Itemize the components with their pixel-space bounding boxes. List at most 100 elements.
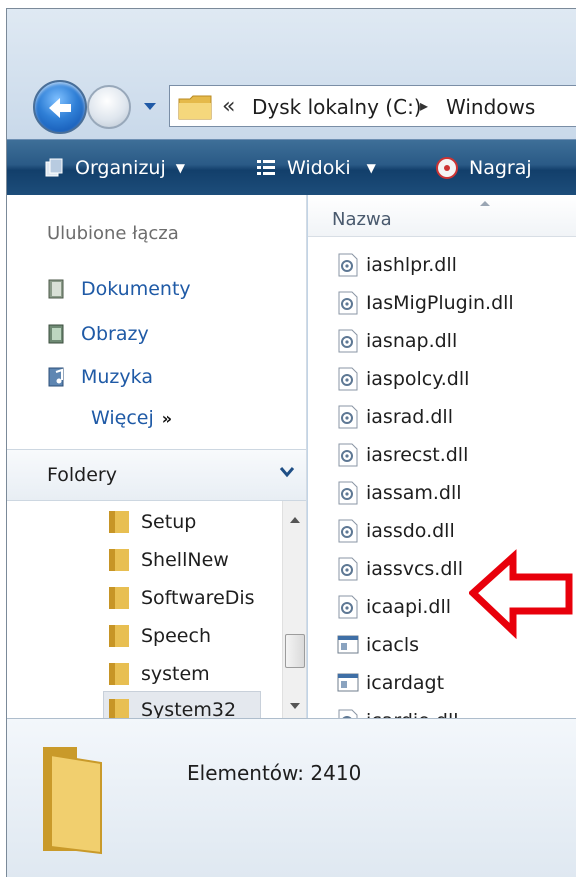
file-row[interactable]: icacls [336,627,419,663]
address-overflow-chevron[interactable]: « [222,94,235,119]
recent-pages-dropdown[interactable] [144,103,156,110]
file-name: icardagt [366,672,445,694]
annotation-arrow-icon [469,549,573,639]
address-bar[interactable]: « Dysk lokalny (C:) ▸ Windows [169,85,576,127]
music-icon [48,367,64,387]
dll-file-icon [338,709,358,718]
tree-item-label: Speech [141,625,211,647]
burn-disc-icon [436,157,458,179]
chevron-down-icon: ▼ [175,161,185,175]
views-button[interactable]: Widoki ▼ [255,140,376,196]
forward-button[interactable] [87,85,131,129]
dll-file-icon [338,557,358,581]
tree-item-system32[interactable]: System32 [103,691,261,718]
favorite-link-label: Muzyka [81,366,153,388]
tree-item-label: System32 [141,699,237,718]
favorite-link-documents[interactable]: Dokumenty [47,274,191,304]
file-row[interactable]: iaspolcy.dll [336,361,469,397]
file-name: iasrad.dll [366,406,453,428]
more-links-label: Więcej [91,407,154,429]
column-header-label: Nazwa [332,209,392,230]
scrollbar-thumb[interactable] [285,634,305,668]
address-segment-drive[interactable]: Dysk lokalny (C:) [252,95,422,119]
tree-item-softwaredis[interactable]: SoftwareDis [107,579,255,617]
tree-item-system[interactable]: system [107,655,210,693]
dll-file-icon [338,519,358,543]
file-name: iaspolcy.dll [366,368,470,390]
file-name: icacls [366,634,419,656]
file-row[interactable]: icardie.dll [336,703,459,718]
folder-icon [109,511,129,533]
file-list: Nazwa iashlpr.dll IasMigPlugin.dll iasnap.… [308,195,576,718]
command-toolbar: Organizuj ▼ Widoki ▼ Nagraj [7,139,576,195]
folder-tree-scrollbar[interactable] [282,501,306,718]
favorite-link-music[interactable]: Muzyka [47,362,153,392]
folder-icon [109,625,129,647]
file-name: IasMigPlugin.dll [366,292,514,314]
folder-icon [43,747,102,855]
scroll-up-arrow-icon[interactable] [290,517,300,523]
tree-item-shellnew[interactable]: ShellNew [107,541,229,579]
address-segment-windows[interactable]: Windows [446,95,535,119]
burn-label: Nagraj [469,157,532,179]
favorite-link-label: Obrazy [81,323,149,345]
views-label: Widoki [287,157,351,179]
folder-icon [109,663,129,685]
file-name: icardie.dll [366,710,459,718]
navigation-bar: « Dysk lokalny (C:) ▸ Windows [7,9,576,139]
file-row[interactable]: iashlpr.dll [336,247,457,283]
tree-item-setup[interactable]: Setup [107,503,196,541]
file-row[interactable]: iassvcs.dll [336,551,463,587]
file-row[interactable]: icardagt [336,665,444,701]
organize-button[interactable]: Organizuj ▼ [43,140,185,196]
file-row[interactable]: iasrecst.dll [336,437,468,473]
file-row[interactable]: iassam.dll [336,475,462,511]
file-name: iasnap.dll [366,330,458,352]
file-name: iashlpr.dll [366,254,457,276]
folder-icon [178,95,212,120]
dll-file-icon [338,481,358,505]
file-row[interactable]: iasrad.dll [336,399,453,435]
explorer-window: « Dysk lokalny (C:) ▸ Windows Organizuj … [6,8,576,877]
more-links-button[interactable]: Więcej » [91,407,172,429]
file-name: icaapi.dll [366,596,452,618]
details-pane: Elementów: 2410 [7,718,576,877]
exe-file-icon [337,635,359,654]
file-name: iassdo.dll [366,520,455,542]
exe-file-icon [337,673,359,692]
folder-icon [109,587,129,609]
scroll-down-arrow-icon[interactable] [290,703,300,709]
dll-file-icon [338,329,358,353]
favorite-link-pictures[interactable]: Obrazy [47,319,149,349]
folders-label: Foldery [47,464,117,486]
pictures-icon [48,324,64,344]
file-row[interactable]: iasnap.dll [336,323,457,359]
file-row[interactable]: iassdo.dll [336,513,455,549]
dll-file-icon [338,253,358,277]
tree-item-label: Setup [141,511,197,533]
address-separator-icon[interactable]: ▸ [420,96,428,115]
file-row[interactable]: IasMigPlugin.dll [336,285,514,321]
sort-ascending-icon [480,201,490,206]
folders-header[interactable]: Foldery [7,449,306,501]
burn-button[interactable]: Nagraj [435,140,532,196]
chevron-down-icon: ▼ [366,161,376,175]
tree-item-label: ShellNew [141,549,229,571]
favorite-link-label: Dokumenty [81,278,191,300]
back-button[interactable] [33,80,87,134]
arrow-left-icon [49,98,71,118]
favorite-links-header: Ulubione łącza [47,223,179,244]
item-count: Elementów: 2410 [187,761,362,785]
folder-tree: Setup ShellNew SoftwareDis Speech system [7,501,282,718]
tree-item-speech[interactable]: Speech [107,617,211,655]
organize-icon [45,158,63,177]
dll-file-icon [338,595,358,619]
folder-icon [109,699,129,718]
organize-label: Organizuj [75,157,166,179]
file-row[interactable]: icaapi.dll [336,589,451,625]
double-chevron-icon: » [161,409,173,428]
tree-item-label: SoftwareDis [141,587,255,609]
tree-item-label: system [141,663,210,685]
documents-icon [48,279,64,299]
column-header-name[interactable]: Nazwa [308,195,576,237]
